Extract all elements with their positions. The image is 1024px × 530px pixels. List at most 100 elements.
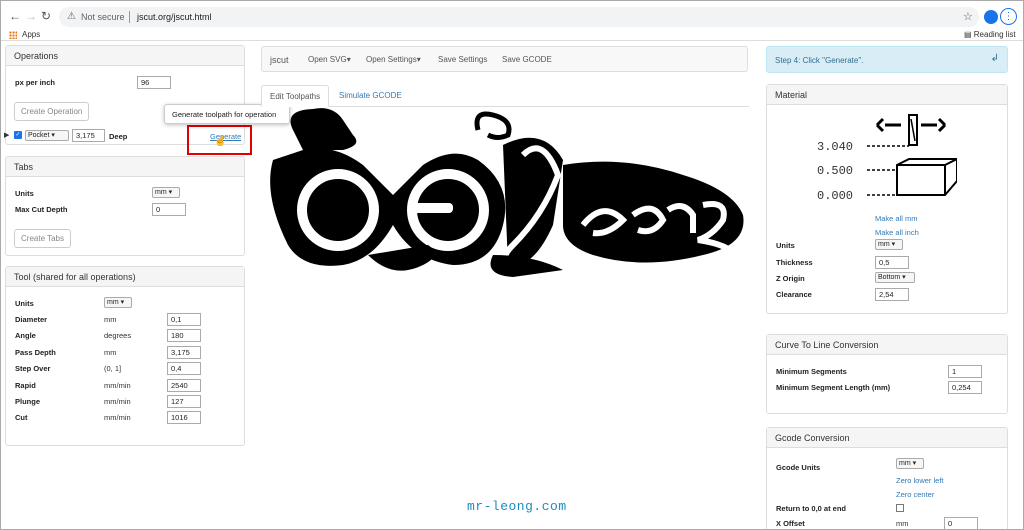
- tool-row-label: Angle: [15, 331, 36, 340]
- px-per-inch-input[interactable]: 96: [137, 76, 171, 89]
- main-tabs: Edit Toolpaths Simulate GCODE: [261, 85, 749, 107]
- z-origin-select[interactable]: Bottom ▾: [875, 272, 915, 283]
- tool-units-select[interactable]: mm ▾: [104, 297, 132, 308]
- top-navbar: jscut Open SVG▾ Open Settings▾ Save Sett…: [261, 46, 748, 72]
- min-segment-length-label: Minimum Segment Length (mm): [776, 383, 891, 392]
- make-all-mm-link[interactable]: Make all mm: [875, 214, 918, 223]
- forward-icon[interactable]: →: [25, 9, 37, 23]
- rapid-input[interactable]: 2540: [167, 379, 201, 392]
- tabs-units-select[interactable]: mm ▾: [152, 187, 180, 198]
- apps-grid-icon: [9, 30, 17, 39]
- operation-enabled-checkbox[interactable]: ✓: [14, 131, 22, 139]
- thickness-label: Thickness: [776, 258, 813, 267]
- pass-depth-input[interactable]: 3,175: [167, 346, 201, 359]
- reload-icon[interactable]: ↻: [41, 9, 51, 23]
- expand-caret-icon[interactable]: ▶: [4, 131, 9, 139]
- tab-simulate-gcode[interactable]: Simulate GCODE: [331, 85, 410, 107]
- watermark-text: mr-leong.com: [467, 499, 567, 514]
- clearance-value: 3.040: [817, 140, 854, 154]
- mr-leong-logo-artwork: [270, 108, 744, 277]
- step-over-input[interactable]: 0,4: [167, 362, 201, 375]
- open-svg-menu[interactable]: Open SVG▾: [308, 55, 351, 64]
- tabs-units-value: mm: [155, 189, 167, 196]
- x-offset-unit: mm: [896, 519, 909, 528]
- x-offset-label: X Offset: [776, 519, 805, 528]
- px-per-inch-label: px per inch: [15, 78, 56, 87]
- tool-row-label: Plunge: [15, 397, 41, 406]
- browser-chrome: ← → ↻ ⚠ Not secure jscut.org/jscut.html …: [1, 1, 1023, 41]
- thickness-input[interactable]: 0,5: [875, 256, 909, 269]
- z-origin-value: Bottom: [878, 274, 901, 281]
- tabs-panel: Tabs Units mm ▾ Max Cut Depth 0 Create T…: [5, 156, 245, 256]
- tab-edit-toolpaths[interactable]: Edit Toolpaths: [261, 85, 330, 107]
- bookmark-star-icon[interactable]: ☆: [963, 10, 973, 23]
- tool-panel: Tool (shared for all operations) Units m…: [5, 266, 245, 446]
- thickness-value: 0.500: [817, 164, 854, 178]
- divider: [129, 11, 130, 23]
- reading-list-button[interactable]: ▤ Reading list: [964, 30, 1016, 39]
- operation-depth-input[interactable]: 3,175: [72, 129, 105, 142]
- material-units-value: mm: [878, 241, 890, 248]
- browser-menu-icon[interactable]: ⋮: [1000, 8, 1017, 25]
- diameter-input[interactable]: 0,1: [167, 313, 201, 326]
- save-settings-button[interactable]: Save Settings: [438, 55, 487, 64]
- tabs-title: Tabs: [6, 157, 244, 177]
- left-arrow-icon: [875, 117, 901, 133]
- max-cut-depth-input[interactable]: 0: [152, 203, 186, 216]
- clearance-input[interactable]: 2,54: [875, 288, 909, 301]
- zero-center-link[interactable]: Zero center: [896, 490, 934, 499]
- material-title: Material: [767, 85, 1007, 105]
- material-units-select[interactable]: mm ▾: [875, 239, 903, 250]
- back-icon[interactable]: ←: [9, 9, 21, 23]
- cursor-hand-icon: ☝: [214, 136, 227, 147]
- profile-avatar[interactable]: [984, 10, 998, 24]
- material-panel: Material 3.040 0.500 0.000 Make all mm M…: [766, 84, 1008, 314]
- operation-type-select[interactable]: Pocket ▾: [25, 130, 69, 141]
- tool-row-label: Step Over: [15, 364, 51, 373]
- tool-title: Tool (shared for all operations): [6, 267, 244, 287]
- warning-icon[interactable]: ⚠: [67, 11, 76, 22]
- plunge-input[interactable]: 127: [167, 395, 201, 408]
- gcode-units-value: mm: [899, 460, 911, 467]
- make-all-inch-link[interactable]: Make all inch: [875, 228, 919, 237]
- return-to-origin-checkbox[interactable]: [896, 504, 904, 512]
- gcode-units-select[interactable]: mm ▾: [896, 458, 924, 469]
- cut-input[interactable]: 1016: [167, 411, 201, 424]
- operations-title: Operations: [6, 46, 244, 66]
- angle-input[interactable]: 180: [167, 329, 201, 342]
- x-offset-input[interactable]: 0: [944, 517, 978, 529]
- material-block-icon: [896, 158, 957, 196]
- apps-label: Apps: [22, 30, 41, 39]
- reading-list-icon: ▤: [964, 30, 974, 39]
- apps-bookmark[interactable]: Apps: [9, 30, 40, 39]
- step-next-icon[interactable]: ↲: [991, 53, 999, 64]
- url-text[interactable]: jscut.org/jscut.html: [137, 12, 212, 22]
- min-segment-length-input[interactable]: 0,254: [948, 381, 982, 394]
- open-settings-menu[interactable]: Open Settings▾: [366, 55, 421, 64]
- create-tabs-button[interactable]: Create Tabs: [14, 229, 71, 248]
- tool-row-unit: degrees: [104, 331, 132, 340]
- tool-row-unit: mm: [104, 315, 117, 324]
- reading-list-label: Reading list: [973, 30, 1016, 39]
- create-operation-button[interactable]: Create Operation: [14, 102, 90, 121]
- tool-row-unit: mm: [104, 348, 117, 357]
- min-segments-input[interactable]: 1: [948, 365, 982, 378]
- tool-units-value: mm: [107, 299, 119, 306]
- curve-conversion-panel: Curve To Line Conversion Minimum Segment…: [766, 334, 1008, 414]
- gcode-conversion-panel: Gcode Conversion Gcode Units mm ▾ Zero l…: [766, 427, 1008, 529]
- max-cut-depth-label: Max Cut Depth: [15, 205, 68, 214]
- step-alert: Step 4: Click "Generate". ↲: [766, 46, 1008, 73]
- address-bar[interactable]: ⚠ Not secure jscut.org/jscut.html: [59, 7, 979, 27]
- return-to-origin-label: Return to 0,0 at end: [776, 504, 847, 513]
- save-gcode-button[interactable]: Save GCODE: [502, 55, 552, 64]
- gcode-units-label: Gcode Units: [776, 463, 821, 472]
- gcode-title: Gcode Conversion: [767, 428, 1007, 448]
- tool-row-label: Rapid: [15, 381, 36, 390]
- step-text: Step 4: Click "Generate".: [775, 56, 864, 65]
- clearance-label: Clearance: [776, 290, 812, 299]
- tool-row-label: Diameter: [15, 315, 48, 324]
- tool-row-unit: mm/min: [104, 381, 131, 390]
- brand-label[interactable]: jscut: [270, 55, 289, 65]
- zero-lower-left-link[interactable]: Zero lower left: [896, 476, 944, 485]
- tabs-units-label: Units: [15, 189, 34, 198]
